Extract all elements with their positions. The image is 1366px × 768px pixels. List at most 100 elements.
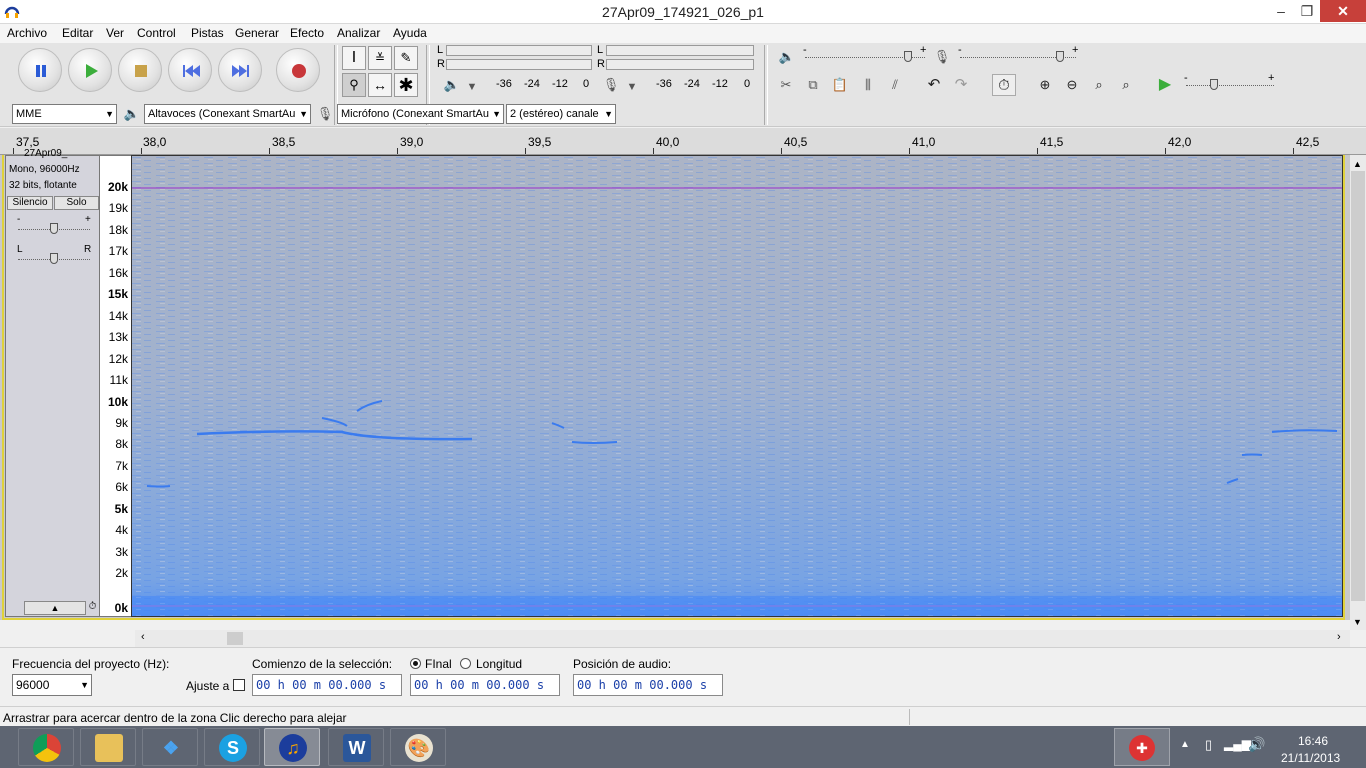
cut-icon[interactable]: ✂ — [774, 74, 798, 96]
time-shift-tool[interactable]: ↔ — [368, 73, 392, 97]
record-meter-right[interactable] — [606, 59, 754, 70]
paste-icon[interactable]: 📋 — [828, 74, 852, 96]
spectrogram-view[interactable] — [131, 155, 1343, 617]
sync-lock-icon[interactable]: ⏱ — [992, 74, 1016, 96]
input-volume-slider[interactable] — [1055, 51, 1064, 62]
menu-generar[interactable]: Generar — [235, 26, 279, 40]
fit-selection-icon[interactable]: ⌕ — [1087, 74, 1111, 96]
taskbar-chrome[interactable] — [18, 728, 74, 766]
horizontal-scrollbar[interactable]: ‹ › — [135, 630, 1350, 647]
menu-archivo[interactable]: Archivo — [7, 26, 47, 40]
menu-analizar[interactable]: Analizar — [337, 26, 380, 40]
multi-tool[interactable]: ✱ — [394, 73, 418, 97]
sync-lock-icon[interactable]: ⏱ — [86, 601, 99, 615]
skip-to-start-button[interactable] — [168, 48, 212, 92]
menu-pistas[interactable]: Pistas — [191, 26, 224, 40]
taskbar-dropbox[interactable]: ❖ — [142, 728, 198, 766]
playback-meter-right[interactable] — [446, 59, 592, 70]
dropdown-arrow-icon: ▼ — [492, 109, 501, 119]
envelope-tool[interactable]: ≚ — [368, 46, 392, 70]
play-speed-track[interactable] — [1186, 85, 1274, 86]
stop-button[interactable] — [118, 48, 162, 92]
pan-slider[interactable] — [50, 253, 58, 264]
frequency-label: 20k — [107, 180, 128, 194]
frequency-axis[interactable]: 20k 19k 18k 17k 16k 15k 14k 13k 12k 11k 10k 9k 8k 7k 6… — [100, 155, 131, 617]
horizontal-scroll-thumb[interactable] — [227, 632, 243, 645]
gain-slider[interactable] — [50, 223, 58, 234]
menu-editar[interactable]: Editar — [62, 26, 93, 40]
solo-button[interactable]: Solo — [54, 196, 99, 210]
copy-icon[interactable]: ⧉ — [801, 74, 825, 96]
silence-icon[interactable]: ⫽ — [883, 74, 907, 96]
menu-efecto[interactable]: Efecto — [290, 26, 324, 40]
zoom-out-icon[interactable]: ⊖ — [1060, 74, 1084, 96]
track-control-panel[interactable]: 27Apr09_ Mono, 96000Hz 32 bits, flotante… — [5, 148, 100, 617]
vertical-scroll-thumb[interactable] — [1351, 171, 1365, 601]
selection-tool[interactable]: I — [342, 46, 366, 70]
timeline-ruler[interactable]: 37,5 38,0 38,5 39,0 39,5 40,0 40,5 41,0 … — [0, 128, 1366, 155]
pause-button[interactable] — [18, 48, 62, 92]
snap-to-checkbox[interactable] — [233, 679, 245, 691]
length-radio[interactable] — [460, 658, 471, 669]
play-button[interactable] — [68, 48, 112, 92]
taskbar-word[interactable]: W — [328, 728, 384, 766]
end-radio[interactable] — [410, 658, 421, 669]
redo-icon[interactable]: ↷ — [949, 74, 973, 96]
zoom-in-icon[interactable]: ⊕ — [1033, 74, 1057, 96]
fit-project-icon[interactable]: ⌕ — [1114, 74, 1138, 96]
frequency-label: 11k — [109, 373, 128, 388]
menu-ver[interactable]: Ver — [106, 26, 124, 40]
input-device-select[interactable]: Micrófono (Conexant SmartAu ▼ — [337, 104, 504, 124]
meter-menu-arrow-icon[interactable]: ▼ — [620, 76, 644, 98]
play-speed-slider[interactable] — [1210, 79, 1219, 90]
menu-control[interactable]: Control — [137, 26, 176, 40]
mute-button[interactable]: Silencio — [7, 196, 53, 210]
skip-end-icon — [232, 65, 249, 77]
snap-to-label: Ajuste a — [186, 679, 230, 693]
trim-icon[interactable]: ⫼ — [856, 74, 880, 96]
battery-icon[interactable]: ▯ — [1205, 737, 1212, 753]
network-icon[interactable]: ▂▄▆ — [1224, 737, 1251, 751]
output-device-select[interactable]: Altavoces (Conexant SmartAu ▼ — [144, 104, 311, 124]
clock-time[interactable]: 16:46 — [1298, 734, 1328, 748]
undo-icon[interactable]: ↶ — [922, 74, 946, 96]
scroll-left-icon[interactable]: ‹ — [141, 631, 145, 643]
scroll-right-icon[interactable]: › — [1337, 631, 1341, 643]
scroll-down-icon[interactable]: ▼ — [1353, 617, 1362, 627]
taskbar-paint[interactable]: 🎨 — [390, 728, 446, 766]
record-button[interactable] — [276, 48, 320, 92]
volume-icon[interactable]: 🔊 — [1248, 736, 1265, 753]
audio-host-select[interactable]: MME ▼ — [12, 104, 117, 124]
taskbar-skype[interactable]: S — [204, 728, 260, 766]
play-at-speed-icon[interactable]: ▶ — [1153, 74, 1177, 96]
pan-left-label: L — [17, 244, 23, 255]
record-meter-left[interactable] — [606, 45, 754, 56]
minimize-button[interactable]: ‒ — [1268, 0, 1294, 22]
track-name[interactable]: 27Apr09_ — [24, 148, 67, 159]
close-button[interactable]: ✕ — [1320, 0, 1366, 22]
maximize-button[interactable]: ❐ — [1294, 0, 1320, 22]
vertical-scrollbar[interactable]: ▲ ▼ — [1350, 155, 1366, 630]
audio-position-field[interactable]: 00 h 00 m 00.000 s — [573, 674, 723, 696]
project-rate-select[interactable]: 96000 ▼ — [12, 674, 92, 696]
draw-tool[interactable]: ✎ — [394, 46, 418, 70]
taskbar-file-explorer[interactable] — [80, 728, 136, 766]
playback-meter-left[interactable] — [446, 45, 592, 56]
taskbar-audacity[interactable]: ♫ — [264, 728, 320, 766]
collapse-track-button[interactable]: ▲ — [24, 601, 86, 615]
selection-start-field[interactable]: 00 h 00 m 00.000 s — [252, 674, 402, 696]
meter-menu-arrow-icon[interactable]: ▼ — [460, 76, 484, 98]
zoom-tool[interactable]: ⚲ — [342, 73, 366, 97]
scroll-up-icon[interactable]: ▲ — [1353, 159, 1362, 169]
skip-to-end-button[interactable] — [218, 48, 262, 92]
tray-notification-app[interactable]: ✚ — [1114, 728, 1170, 766]
slider-max-label: + — [1072, 44, 1079, 56]
selection-end-field[interactable]: 00 h 00 m 00.000 s — [410, 674, 560, 696]
show-hidden-icons-icon[interactable]: ▲ — [1180, 739, 1190, 750]
dropdown-arrow-icon: ▼ — [80, 680, 89, 690]
menu-ayuda[interactable]: Ayuda — [393, 26, 427, 40]
clock-date[interactable]: 21/11/2013 — [1281, 751, 1340, 765]
toolbar-grip[interactable] — [764, 45, 768, 125]
input-channels-select[interactable]: 2 (estéreo) canale ▼ — [506, 104, 616, 124]
output-volume-slider[interactable] — [904, 51, 913, 62]
